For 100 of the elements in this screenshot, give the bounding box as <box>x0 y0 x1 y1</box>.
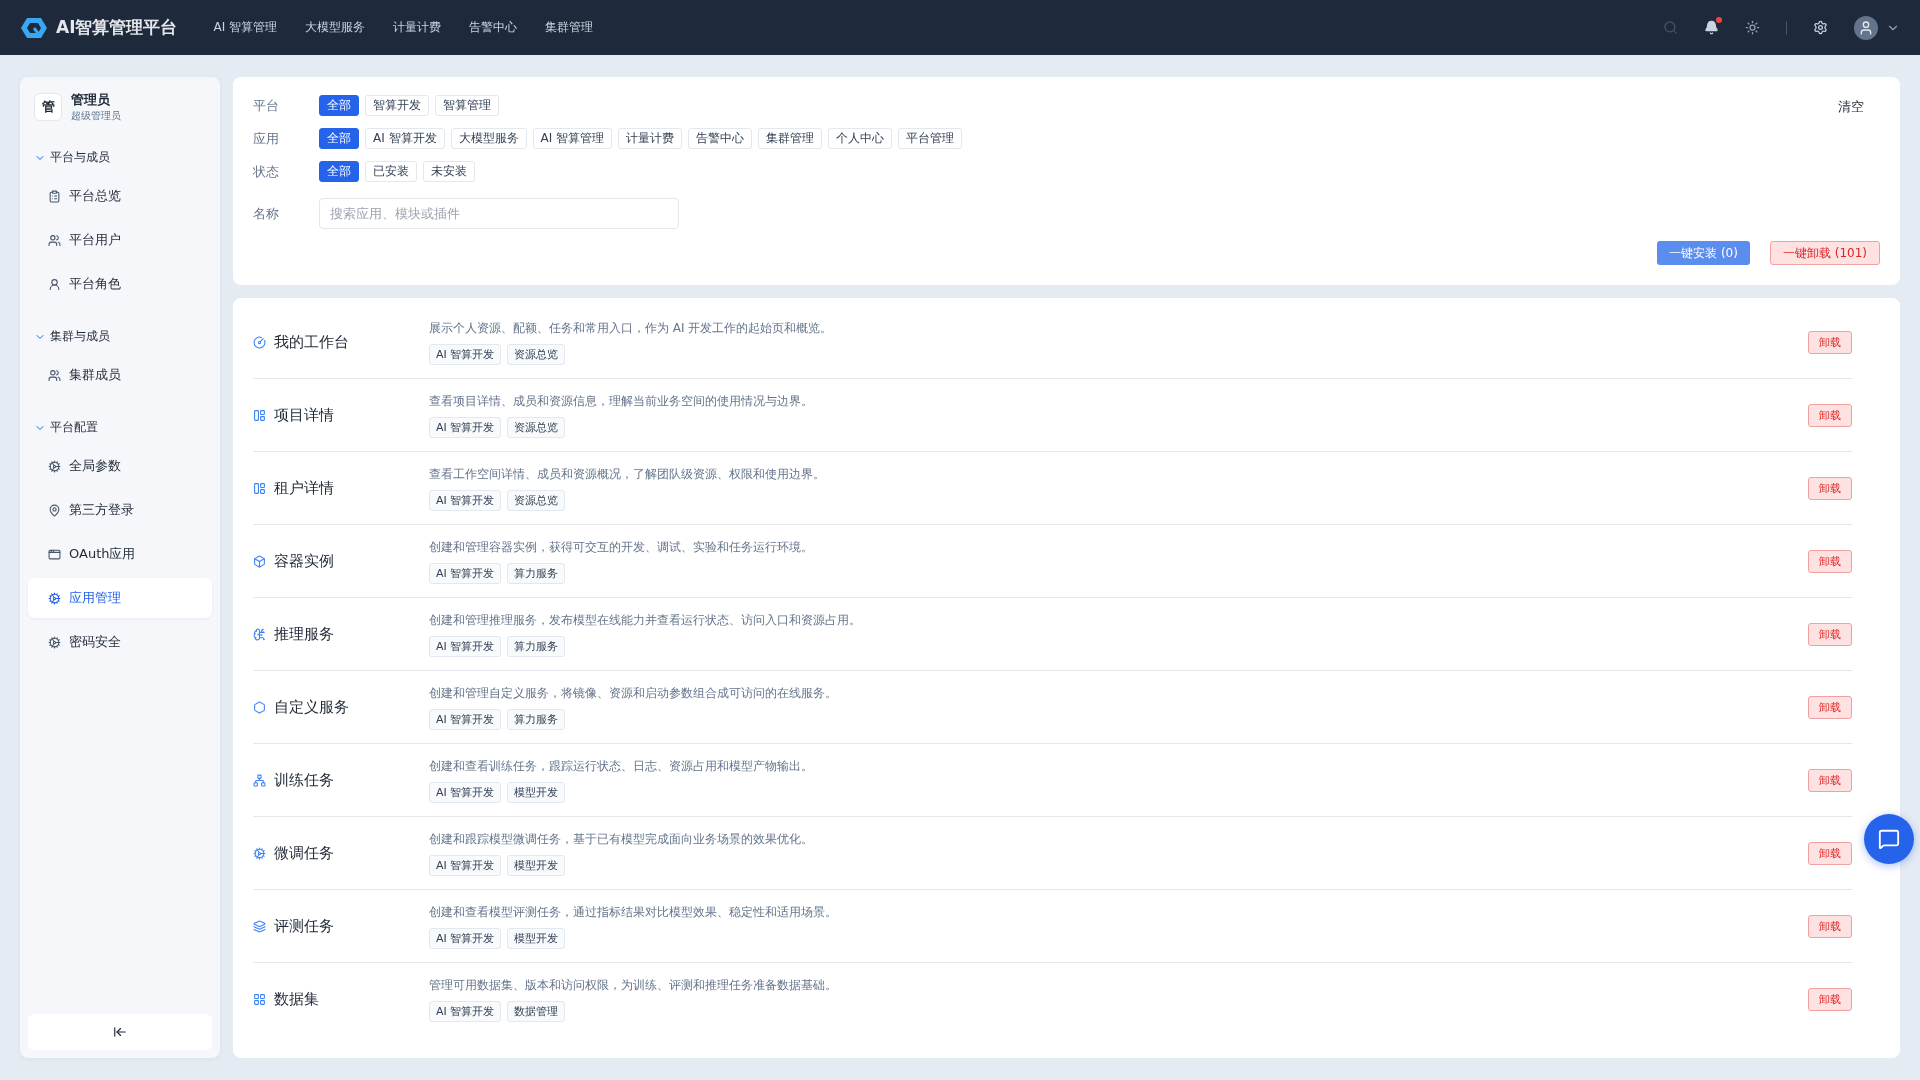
app-description: 创建和管理自定义服务，将镜像、资源和启动参数组合成可访问的在线服务。 <box>429 684 838 702</box>
uninstall-button[interactable]: 卸载 <box>1808 768 1852 792</box>
gauge-icon <box>253 335 266 349</box>
logo-icon <box>20 15 48 40</box>
app-tag: AI 智算开发 <box>429 562 502 584</box>
app-tag: 模型开发 <box>507 927 566 949</box>
uninstall-button[interactable]: 卸载 <box>1808 330 1852 354</box>
uninstall-button[interactable]: 卸载 <box>1808 695 1852 719</box>
app-tag: 数据管理 <box>507 1001 566 1022</box>
panel-icon <box>253 481 266 495</box>
uninstall-button[interactable]: 卸载 <box>1808 476 1852 500</box>
filter-chip[interactable]: 全部 <box>319 161 359 182</box>
app-tag: AI 智算开发 <box>429 416 502 438</box>
filter-chip[interactable]: 未安装 <box>423 161 475 182</box>
chat-icon <box>1878 828 1900 850</box>
nav-link[interactable]: 计量计费 <box>393 19 442 36</box>
sidebar-item[interactable]: 应用管理 <box>28 578 212 618</box>
sidebar-item[interactable]: 集群成员 <box>28 355 212 395</box>
avatar[interactable] <box>1854 15 1878 40</box>
app-name: 数据集 <box>274 990 319 1009</box>
filter-chip[interactable]: 智算开发 <box>365 95 429 116</box>
uninstall-button[interactable]: 卸载 <box>1808 988 1852 1011</box>
grid-icon <box>253 993 266 1006</box>
app-name: 我的工作台 <box>274 332 349 352</box>
cube-icon <box>253 554 266 568</box>
app-tag: 资源总览 <box>507 489 566 511</box>
sun-icon[interactable] <box>1745 20 1760 35</box>
sidebar-group[interactable]: 平台配置 <box>28 411 212 444</box>
sidebar-item[interactable]: 全局参数 <box>28 446 212 486</box>
filter-chip[interactable]: AI 智算管理 <box>532 128 613 149</box>
app-tag: 算力服务 <box>507 708 566 730</box>
filter-chip[interactable]: 智算管理 <box>435 95 499 116</box>
app-tag: 资源总览 <box>507 343 566 365</box>
app-tag: 模型开发 <box>507 854 566 876</box>
sidebar-item[interactable]: 第三方登录 <box>28 490 212 530</box>
nav-link[interactable]: 集群管理 <box>545 19 594 36</box>
nav-link[interactable]: AI 智算管理 <box>213 19 278 36</box>
app-name: 评测任务 <box>274 916 334 936</box>
filter-chip[interactable]: 告警中心 <box>688 128 753 149</box>
uninstall-button[interactable]: 卸载 <box>1808 549 1852 573</box>
app-description: 创建和管理推理服务，发布模型在线能力并查看运行状态、访问入口和资源占用。 <box>429 611 862 629</box>
filter-chip[interactable]: 大模型服务 <box>450 128 527 149</box>
filter-chip[interactable]: 平台管理 <box>898 128 963 149</box>
filter-chip[interactable]: 计量计费 <box>618 128 683 149</box>
nav-link[interactable]: 大模型服务 <box>305 19 366 36</box>
sidebar-item[interactable]: 密码安全 <box>28 622 212 662</box>
filter-chip[interactable]: 全部 <box>319 95 359 116</box>
search-field[interactable]: 搜索应用、模块或插件 <box>319 198 679 229</box>
sidebar-item[interactable]: 平台用户 <box>28 220 212 260</box>
app-tag: 算力服务 <box>507 635 566 657</box>
sidebar-group[interactable]: 集群与成员 <box>28 320 212 353</box>
users-icon <box>48 233 61 247</box>
app-description: 管理可用数据集、版本和访问权限，为训练、评测和推理任务准备数据基础。 <box>429 977 838 994</box>
hexagon-icon <box>253 700 266 714</box>
user-icon <box>1858 19 1874 36</box>
users-icon <box>48 368 61 382</box>
clipboard-icon <box>48 189 61 203</box>
layers-icon <box>253 919 266 933</box>
uninstall-button[interactable]: 卸载 <box>1808 841 1852 865</box>
pin-icon <box>48 503 61 517</box>
uninstall-button[interactable]: 卸载 <box>1808 403 1852 427</box>
app-description: 查看项目详情、成员和资源信息，理解当前业务空间的使用情况与边界。 <box>429 392 814 410</box>
filter-chip[interactable]: 已安装 <box>365 161 417 182</box>
clear-button[interactable]: 清空 <box>1832 97 1870 117</box>
sidebar-group[interactable]: 平台与成员 <box>28 141 212 174</box>
filter-chip[interactable]: 集群管理 <box>758 128 823 149</box>
bell-icon[interactable] <box>1704 20 1719 35</box>
app-description: 查看工作空间详情、成员和资源概况，了解团队级资源、权限和使用边界。 <box>429 465 826 483</box>
uninstall-button[interactable]: 卸载 <box>1808 622 1852 646</box>
app-tag: AI 智算开发 <box>429 927 502 949</box>
app-description: 创建和跟踪模型微调任务，基于已有模型完成面向业务场景的效果优化。 <box>429 830 814 848</box>
sidebar-item[interactable]: OAuth应用 <box>28 534 212 574</box>
sidebar-item[interactable]: 平台角色 <box>28 264 212 304</box>
app-description: 展示个人资源、配额、任务和常用入口，作为 AI 开发工作的起始页和概览。 <box>429 319 834 337</box>
filter-chip[interactable]: 全部 <box>319 128 359 149</box>
nav-link[interactable]: 告警中心 <box>469 19 518 36</box>
uninstall-button[interactable]: 卸载 <box>1808 914 1852 938</box>
app-name: 租户详情 <box>274 478 334 498</box>
app-tag: AI 智算开发 <box>429 489 502 511</box>
user-role: 超级管理员 <box>71 109 121 123</box>
filter-chip[interactable]: AI 智算开发 <box>365 128 445 149</box>
uninstall-all-button[interactable]: 一键卸载 (101) <box>1769 241 1880 265</box>
filter-chip[interactable]: 个人中心 <box>828 128 893 149</box>
filter-label: 平台 <box>253 96 280 115</box>
filter-label: 名称 <box>253 204 280 223</box>
settings-icon[interactable] <box>1813 20 1828 35</box>
sidebar-item[interactable]: 平台总览 <box>28 176 212 216</box>
app-name: 项目详情 <box>274 405 334 425</box>
app-name: 训练任务 <box>274 770 334 790</box>
filter-label: 状态 <box>253 162 280 181</box>
filter-label: 应用 <box>253 129 280 148</box>
logo-text: AI智算管理平台 <box>56 16 178 39</box>
collapse-icon <box>113 1025 127 1039</box>
app-name: 自定义服务 <box>274 697 349 717</box>
app-tag: AI 智算开发 <box>429 1001 502 1022</box>
app-name: 容器实例 <box>274 551 334 571</box>
user-name: 管理员 <box>71 91 111 109</box>
app-tag: AI 智算开发 <box>429 854 502 876</box>
app-tag: 模型开发 <box>507 781 566 803</box>
app-tag: AI 智算开发 <box>429 343 502 365</box>
